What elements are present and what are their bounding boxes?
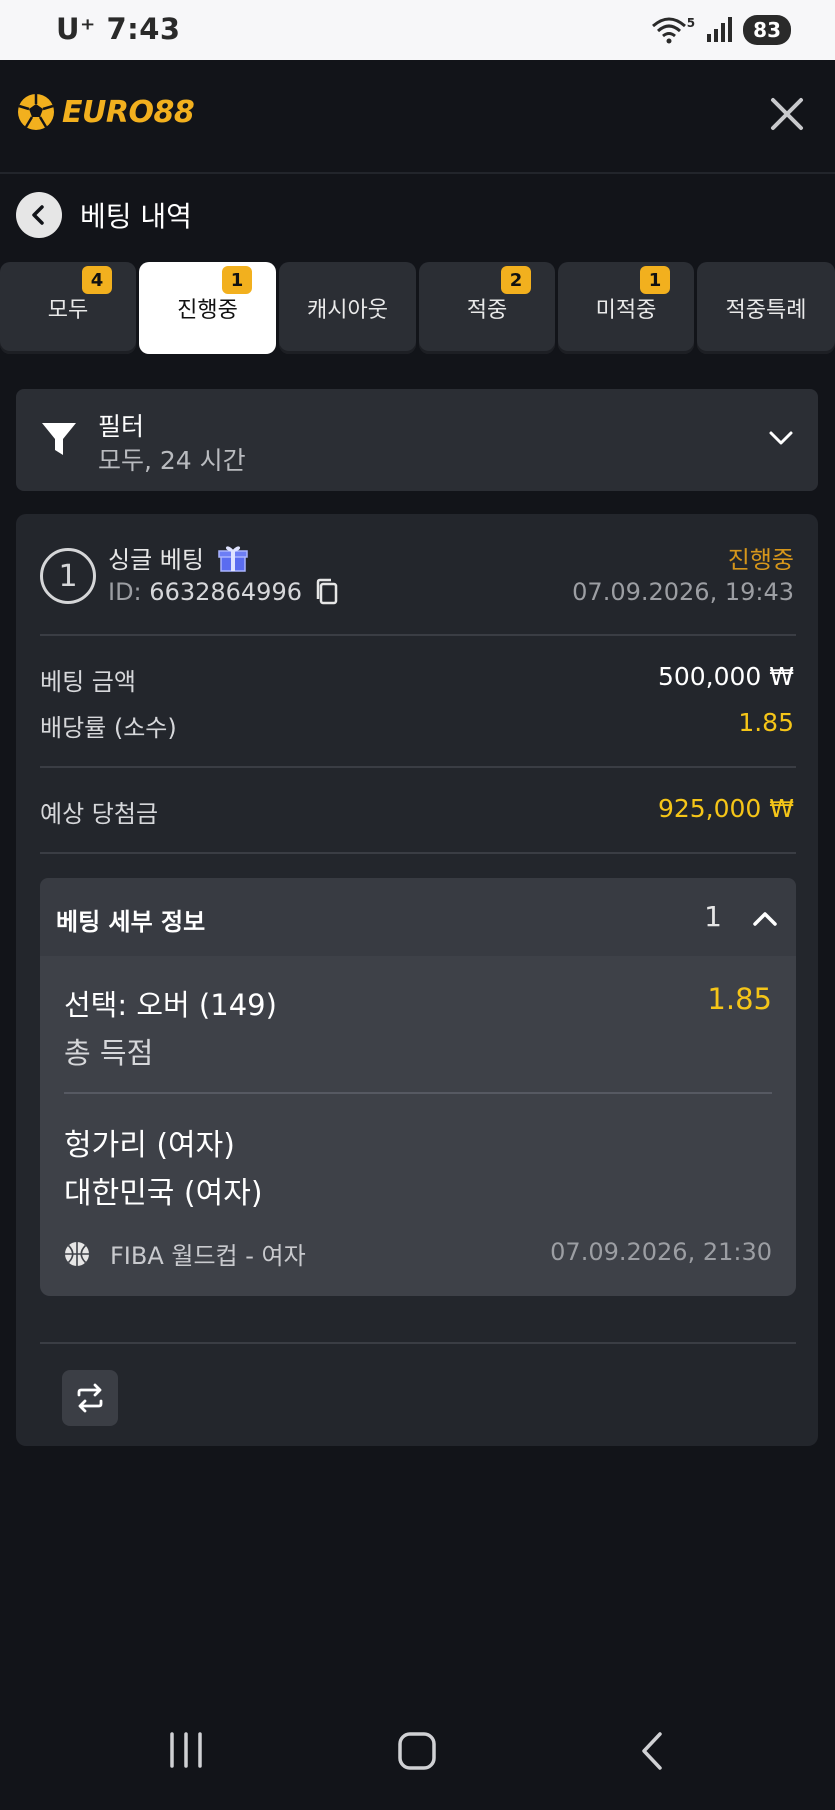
event-time: 07.09.2026, 21:30 <box>550 1238 772 1266</box>
bet-status: 진행중 <box>727 546 794 574</box>
divider <box>40 1342 796 1344</box>
tab-badge: 1 <box>222 266 252 294</box>
details-count: 1 <box>704 900 722 933</box>
status-icons: 5 83 <box>649 14 798 46</box>
bet-selection: 선택: 오버 (149) 1.85 총 득점 헝가리 (여자) 대한민국 (여자… <box>40 956 796 1296</box>
chevron-down-icon <box>769 431 793 445</box>
away-team: 대한민국 (여자) <box>64 1176 263 1211</box>
funnel-icon <box>42 423 76 455</box>
tab-label: 적중 <box>466 298 508 323</box>
odds-value: 1.85 <box>738 708 794 737</box>
soccer-ball-icon <box>18 94 54 130</box>
tab-all[interactable]: 모두 4 <box>0 262 136 354</box>
status-time: U⁺ 7:43 <box>56 12 181 46</box>
bet-id-label: ID: <box>108 578 142 606</box>
league-info: FIBA 월드컵 - 여자 <box>64 1236 306 1271</box>
bet-placed-time: 07.09.2026, 19:43 <box>572 578 794 606</box>
repeat-icon <box>77 1383 103 1413</box>
back-button[interactable] <box>16 192 62 238</box>
bet-details-toggle[interactable]: 베팅 세부 정보 1 <box>40 878 796 958</box>
chevron-left-icon <box>32 205 44 225</box>
stake-label: 베팅 금액 <box>40 668 136 696</box>
league-name: FIBA 월드컵 - 여자 <box>110 1242 306 1270</box>
basketball-icon <box>65 1241 89 1266</box>
bet-card: 1 싱글 베팅 ID: 6632864996 진행중 07.09.2026, 1… <box>16 514 818 1446</box>
tab-won[interactable]: 적중 2 <box>419 262 555 354</box>
tab-label: 적중특례 <box>725 298 807 323</box>
signal-icon <box>707 17 733 42</box>
recent-apps-icon[interactable] <box>166 1730 206 1770</box>
page-title-row: 베팅 내역 <box>16 192 192 238</box>
payout-label: 예상 당첨금 <box>40 800 159 828</box>
tab-in-progress[interactable]: 진행중 1 <box>139 262 276 354</box>
details-title: 베팅 세부 정보 <box>56 908 206 936</box>
divider <box>64 1092 772 1094</box>
close-icon[interactable] <box>767 94 807 134</box>
stake-value: 500,000 ₩ <box>657 662 794 691</box>
logo-text: EURO88 <box>62 94 195 130</box>
tab-special[interactable]: 적중특례 <box>697 262 835 354</box>
divider <box>40 766 796 768</box>
repeat-bet-button[interactable] <box>62 1370 118 1426</box>
market-name: 총 득점 <box>64 1036 154 1070</box>
tab-lost[interactable]: 미적중 1 <box>558 262 694 354</box>
bet-status-tabs: 모두 4 진행중 1 캐시아웃 적중 2 미적중 1 적중특례 <box>0 262 835 354</box>
divider <box>40 634 796 636</box>
app-header: EURO88 <box>0 60 835 174</box>
filter-dropdown[interactable]: 필터 모두, 24 시간 <box>16 389 818 491</box>
filter-title: 필터 <box>98 412 145 441</box>
wifi-icon <box>651 17 686 44</box>
odds-label: 배당률 (소수) <box>40 714 177 742</box>
status-bar: U⁺ 7:43 5 83 <box>0 0 835 60</box>
home-team: 헝가리 (여자) <box>64 1128 235 1163</box>
network-type: 5 <box>686 16 696 30</box>
logo[interactable]: EURO88 <box>16 92 195 132</box>
battery-indicator: 83 <box>743 15 798 45</box>
tab-badge: 4 <box>82 266 112 294</box>
page-title: 베팅 내역 <box>80 200 192 233</box>
bet-id: ID: 6632864996 <box>108 578 340 606</box>
selection-odds: 1.85 <box>707 982 772 1016</box>
divider <box>40 852 796 854</box>
selection: 선택: 오버 (149) <box>64 988 277 1022</box>
bet-type-label: 싱글 베팅 <box>108 546 204 574</box>
system-nav-bar <box>0 1700 835 1810</box>
payout-value: 925,000 ₩ <box>657 794 794 823</box>
gift-icon <box>218 545 248 572</box>
tab-label: 미적중 <box>595 298 657 323</box>
tab-label: 모두 <box>47 298 89 323</box>
bet-type: 싱글 베팅 <box>108 540 248 575</box>
back-nav-icon[interactable] <box>638 1730 668 1772</box>
tab-badge: 1 <box>640 266 670 294</box>
clock: 7:43 <box>106 12 181 46</box>
tab-cashout[interactable]: 캐시아웃 <box>279 262 416 354</box>
home-icon[interactable] <box>396 1730 438 1772</box>
tab-badge: 2 <box>501 266 531 294</box>
chevron-up-icon <box>753 912 777 926</box>
filter-value: 모두, 24 시간 <box>98 446 246 475</box>
tab-label: 캐시아웃 <box>307 298 388 323</box>
bet-id-value: 6632864996 <box>149 578 302 606</box>
copy-icon[interactable] <box>314 578 340 606</box>
carrier-label: U⁺ <box>56 12 96 46</box>
tab-label: 진행중 <box>177 298 238 323</box>
bet-number-badge: 1 <box>40 548 96 604</box>
